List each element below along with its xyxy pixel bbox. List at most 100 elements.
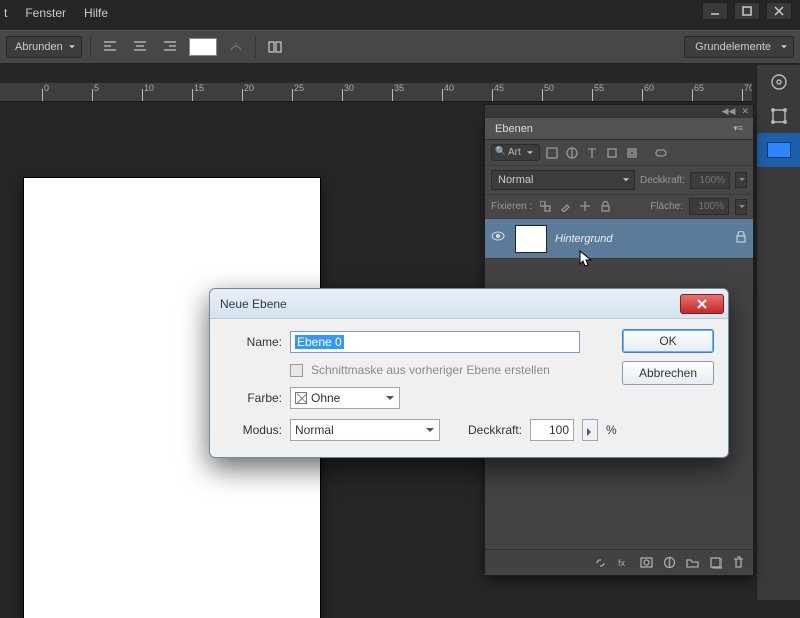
panel-tab-bar: Ebenen ▾≡ <box>485 118 753 140</box>
color-wheel-icon <box>770 73 788 91</box>
filter-toggle-switch[interactable] <box>654 145 669 160</box>
opacity-slider-toggle[interactable] <box>582 419 598 441</box>
opacity-slider-toggle[interactable] <box>735 172 747 188</box>
mode-label: Modus: <box>224 423 282 437</box>
fill-value[interactable]: 100% <box>689 198 729 215</box>
close-icon <box>697 299 707 309</box>
lock-label: Fixieren : <box>491 201 532 212</box>
blend-opacity-row: Normal Deckkraft: 100% <box>485 166 753 195</box>
color-wheel-button[interactable] <box>757 65 800 99</box>
fill-slider-toggle[interactable] <box>735 199 747 215</box>
layer-lock-indicator[interactable] <box>735 230 747 248</box>
foreground-color-button[interactable] <box>757 133 800 167</box>
right-tool-strip <box>756 65 800 600</box>
blend-mode-dropdown[interactable]: Normal <box>491 170 635 190</box>
filter-pixel-icon[interactable] <box>545 145 560 160</box>
fill-label: Fläche: <box>650 201 683 212</box>
checker-icon <box>540 201 551 212</box>
align-center-icon <box>133 40 147 54</box>
opacity-value[interactable]: 100% <box>690 172 730 189</box>
options-bar: Abrunden Grundelemente <box>0 30 800 64</box>
panel-close-icon[interactable]: ✕ <box>741 106 749 117</box>
link-layers-icon[interactable] <box>594 556 607 569</box>
separator <box>255 36 256 58</box>
ok-button[interactable]: OK <box>622 329 714 353</box>
cancel-button[interactable]: Abbrechen <box>622 361 714 385</box>
color-chip-icon <box>767 142 791 158</box>
transform-button[interactable] <box>757 99 800 133</box>
workspace-dropdown[interactable]: Grundelemente <box>684 36 794 58</box>
opacity-label: Deckkraft: <box>468 423 522 437</box>
filter-adjust-icon[interactable] <box>565 145 580 160</box>
close-button[interactable] <box>766 2 792 20</box>
clipping-mask-checkbox <box>290 364 303 377</box>
layer-row-background[interactable]: Hintergrund <box>485 219 753 259</box>
new-layer-dialog: Neue Ebene Name: Ebene 0 Schnittmaske au… <box>209 288 729 458</box>
dialog-title: Neue Ebene <box>220 297 287 311</box>
lock-transparency-button[interactable] <box>538 200 552 214</box>
menu-truncated[interactable]: t <box>4 6 7 20</box>
free-transform-icon <box>770 107 788 125</box>
delete-layer-icon[interactable] <box>732 556 745 569</box>
separator <box>90 36 91 58</box>
eye-icon <box>491 229 505 243</box>
layer-name[interactable]: Hintergrund <box>555 233 727 245</box>
layer-color-value: Ohne <box>311 391 340 405</box>
none-swatch-icon <box>295 392 307 404</box>
collapse-icon[interactable]: ◀◀ <box>722 106 736 117</box>
filter-type-icon[interactable] <box>585 145 600 160</box>
window-controls <box>702 2 792 20</box>
align-center-button[interactable] <box>129 36 151 58</box>
new-layer-icon[interactable] <box>709 556 722 569</box>
layer-filter-row: Art <box>485 140 753 166</box>
panel-menu-button[interactable]: ▾≡ <box>733 123 743 134</box>
lock-icon <box>600 201 611 212</box>
filter-type-dropdown[interactable]: Art <box>491 144 540 161</box>
align-left-button[interactable] <box>99 36 121 58</box>
lock-position-button[interactable] <box>578 200 592 214</box>
layer-thumbnail[interactable] <box>515 225 547 253</box>
warp-text-button[interactable] <box>225 36 247 58</box>
minimize-button[interactable] <box>702 2 728 20</box>
maximize-button[interactable] <box>734 2 760 20</box>
lock-pixels-button[interactable] <box>558 200 572 214</box>
toggle-panels-button[interactable] <box>264 36 286 58</box>
mouse-cursor <box>579 250 595 273</box>
filter-shape-icon[interactable] <box>605 145 620 160</box>
visibility-toggle[interactable] <box>491 229 507 248</box>
svg-text:fx: fx <box>618 558 626 568</box>
lock-icon <box>735 231 747 243</box>
warp-text-icon <box>229 40 243 54</box>
percent-label: % <box>606 423 617 437</box>
layer-style-icon[interactable]: fx <box>617 556 630 569</box>
move-icon <box>580 201 591 212</box>
blend-mode-dropdown[interactable]: Normal <box>290 419 440 441</box>
dialog-close-button[interactable] <box>680 294 724 314</box>
lock-fill-row: Fixieren : Fläche: 100% <box>485 195 753 219</box>
menu-window[interactable]: Fenster <box>25 6 66 20</box>
horizontal-ruler[interactable]: 0 5 10 15 20 25 30 35 40 45 50 55 60 65 … <box>0 82 752 102</box>
fill-color-swatch[interactable] <box>189 38 217 56</box>
lock-all-button[interactable] <box>598 200 612 214</box>
color-label: Farbe: <box>224 391 282 405</box>
name-label: Name: <box>224 335 282 349</box>
menu-bar: t Fenster Hilfe <box>0 0 108 26</box>
align-right-icon <box>163 40 177 54</box>
layer-mask-icon[interactable] <box>640 556 653 569</box>
layers-panel-footer: fx <box>485 549 753 575</box>
dialog-titlebar[interactable]: Neue Ebene <box>210 289 728 319</box>
brush-icon <box>560 201 571 212</box>
layers-tab[interactable]: Ebenen <box>495 123 533 135</box>
align-left-icon <box>103 40 117 54</box>
group-icon[interactable] <box>686 556 699 569</box>
layer-color-dropdown[interactable]: Ohne <box>290 387 400 409</box>
menu-help[interactable]: Hilfe <box>84 6 108 20</box>
adjustment-layer-icon[interactable] <box>663 556 676 569</box>
panel-collapse-bar[interactable]: ◀◀ ✕ <box>484 104 754 118</box>
blend-mode-value: Normal <box>295 423 334 437</box>
layer-name-input[interactable]: Ebene 0 <box>290 331 580 353</box>
opacity-input[interactable]: 100 <box>530 419 574 441</box>
filter-smart-icon[interactable] <box>625 145 640 160</box>
align-right-button[interactable] <box>159 36 181 58</box>
corner-rounding-dropdown[interactable]: Abrunden <box>6 36 82 58</box>
